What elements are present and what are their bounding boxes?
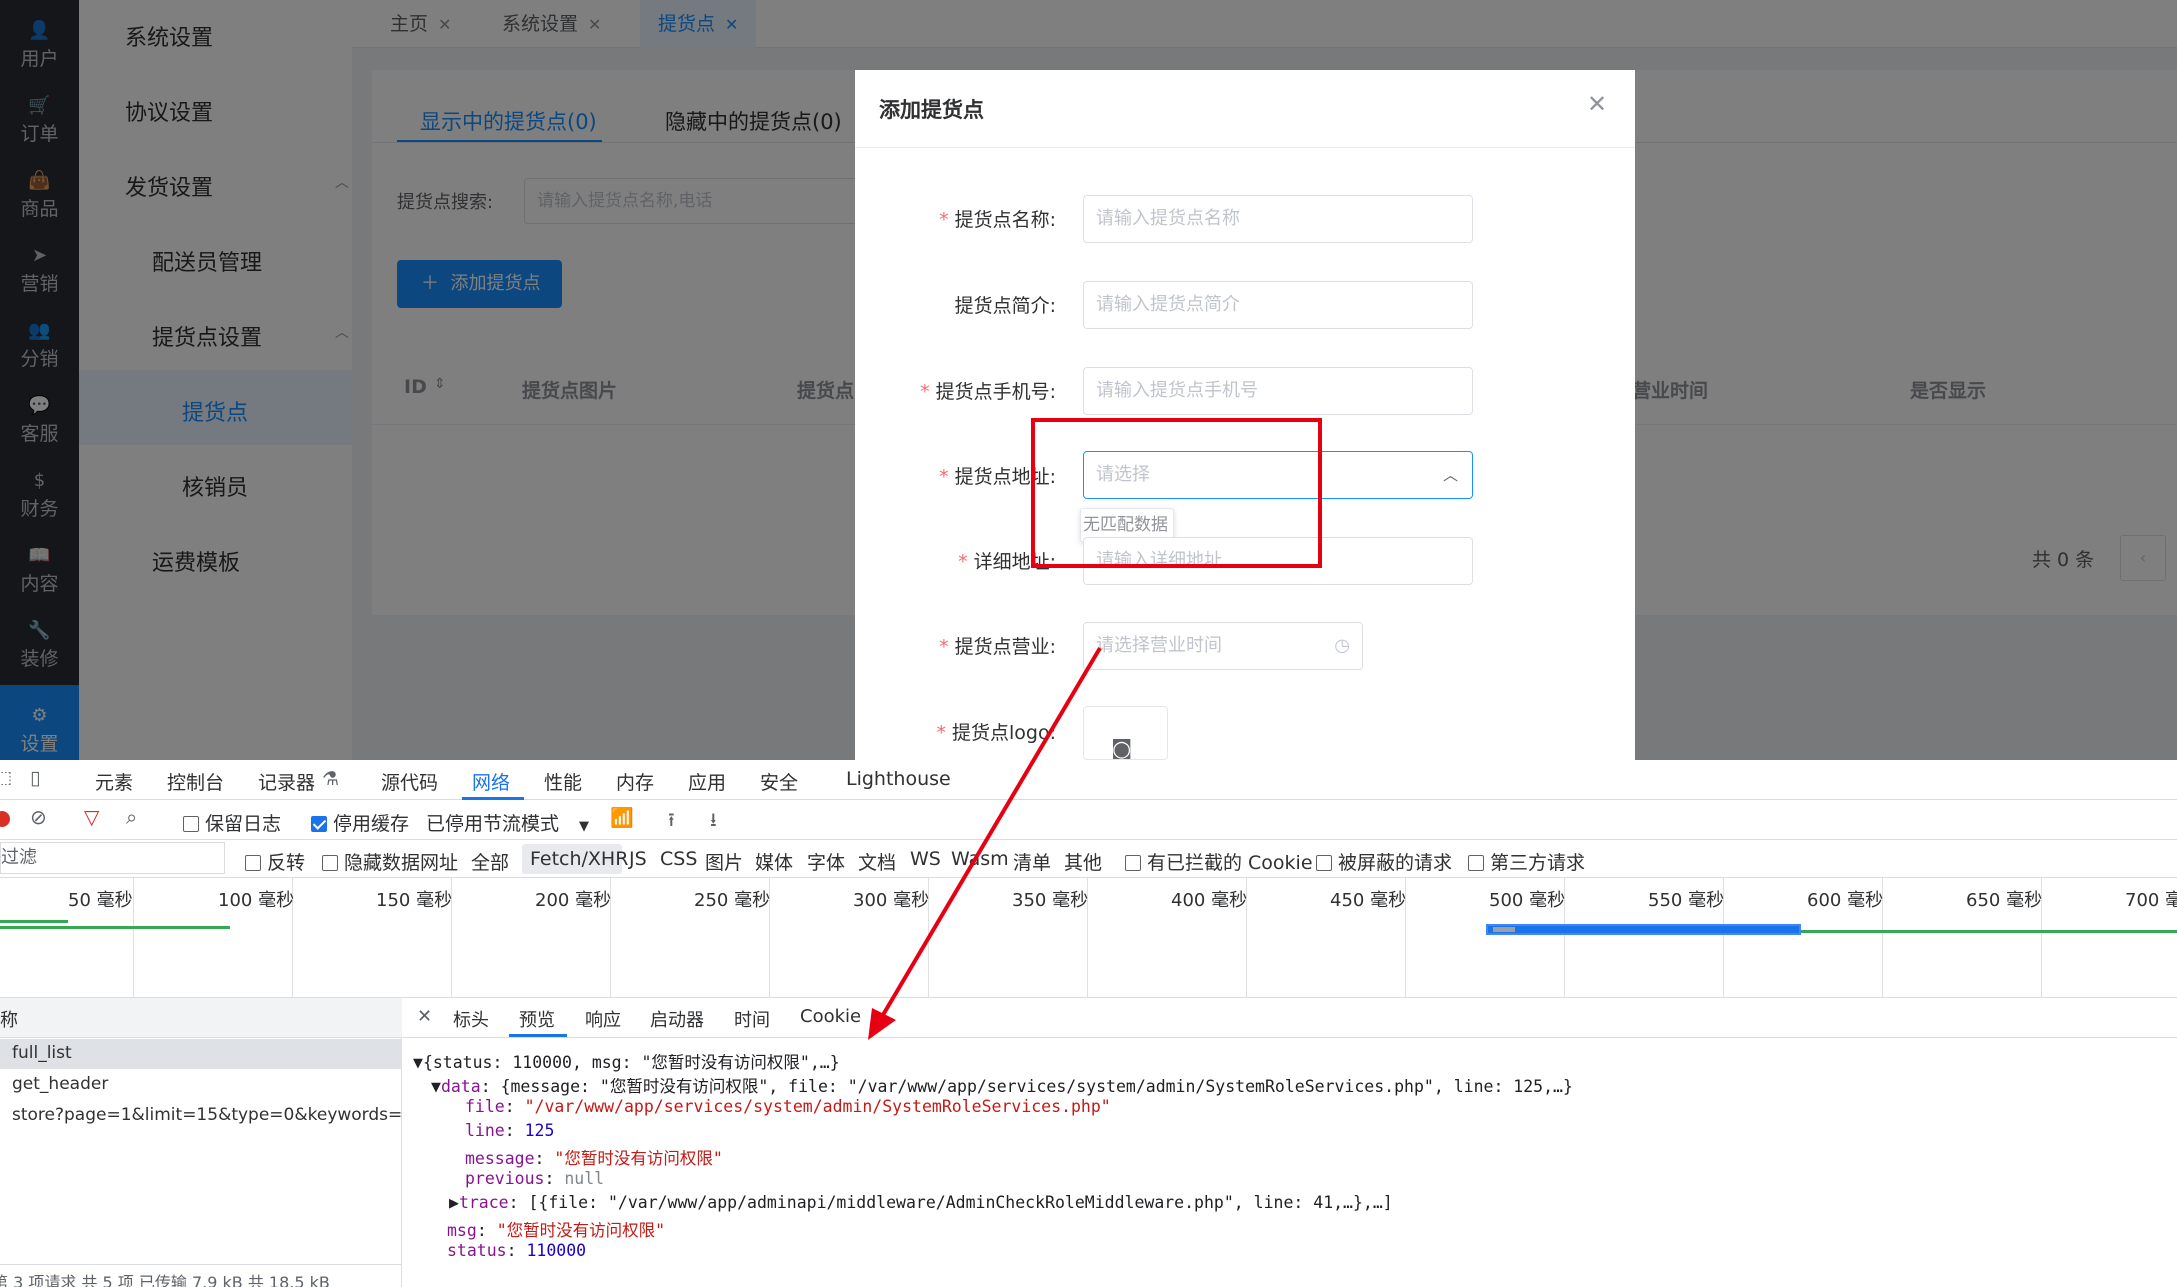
- annotation-arrow-line: [878, 646, 1102, 1022]
- annotation-arrow: [868, 646, 1102, 1040]
